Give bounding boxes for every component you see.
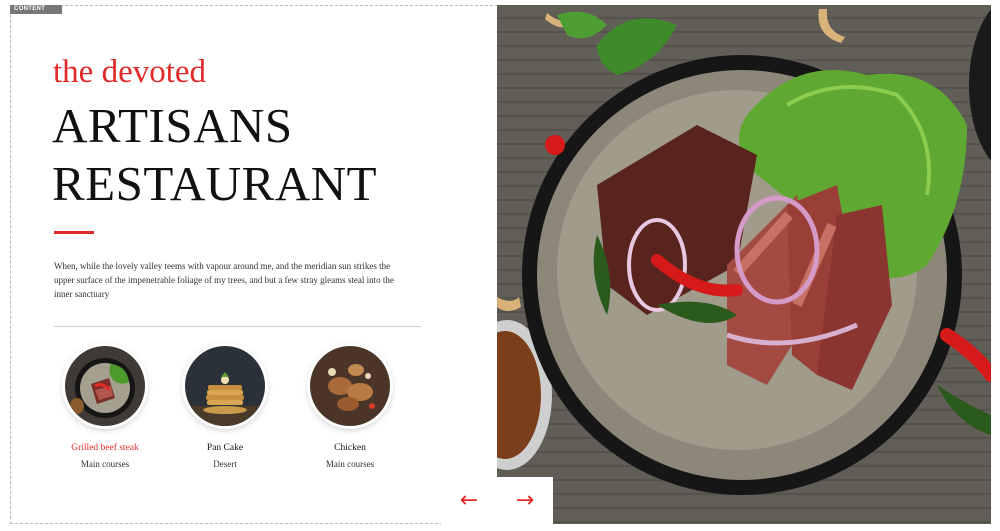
dish-item-chicken[interactable]: Chicken Main courses — [295, 346, 405, 470]
arrow-right-icon[interactable]: → — [516, 490, 534, 512]
dish-category: Desert — [213, 459, 237, 469]
dish-item-pan-cake[interactable]: Pan Cake Desert — [170, 346, 280, 470]
dish-name: Grilled beef steak — [71, 443, 139, 453]
divider — [54, 326, 421, 327]
dish-name: Chicken — [334, 443, 366, 453]
hero-title-line1: ARTISANS — [52, 98, 293, 153]
slider-navigation: ← → — [441, 477, 553, 525]
dish-thumb-steak — [65, 346, 145, 426]
dish-name: Pan Cake — [206, 443, 244, 453]
hero-tagline: the devoted — [53, 54, 207, 90]
dish-category: Main courses — [80, 459, 130, 469]
dish-thumb-pancake — [185, 346, 265, 426]
dish-item-grilled-beef-steak[interactable]: Grilled beef steak Main courses — [50, 346, 160, 470]
hero-intro: When, while the lovely valley teems with… — [54, 261, 394, 299]
accent-bar — [54, 231, 94, 234]
dish-category: Main courses — [325, 459, 375, 469]
hero-food-photo — [497, 5, 991, 524]
hero-title-line2: RESTAURANT — [52, 156, 378, 211]
content-tag: CONTENT — [10, 5, 62, 14]
arrow-left-icon[interactable]: ← — [460, 490, 478, 512]
dish-thumb-chicken — [310, 346, 390, 426]
hero-title: ARTISANS RESTAURANT — [52, 97, 377, 213]
